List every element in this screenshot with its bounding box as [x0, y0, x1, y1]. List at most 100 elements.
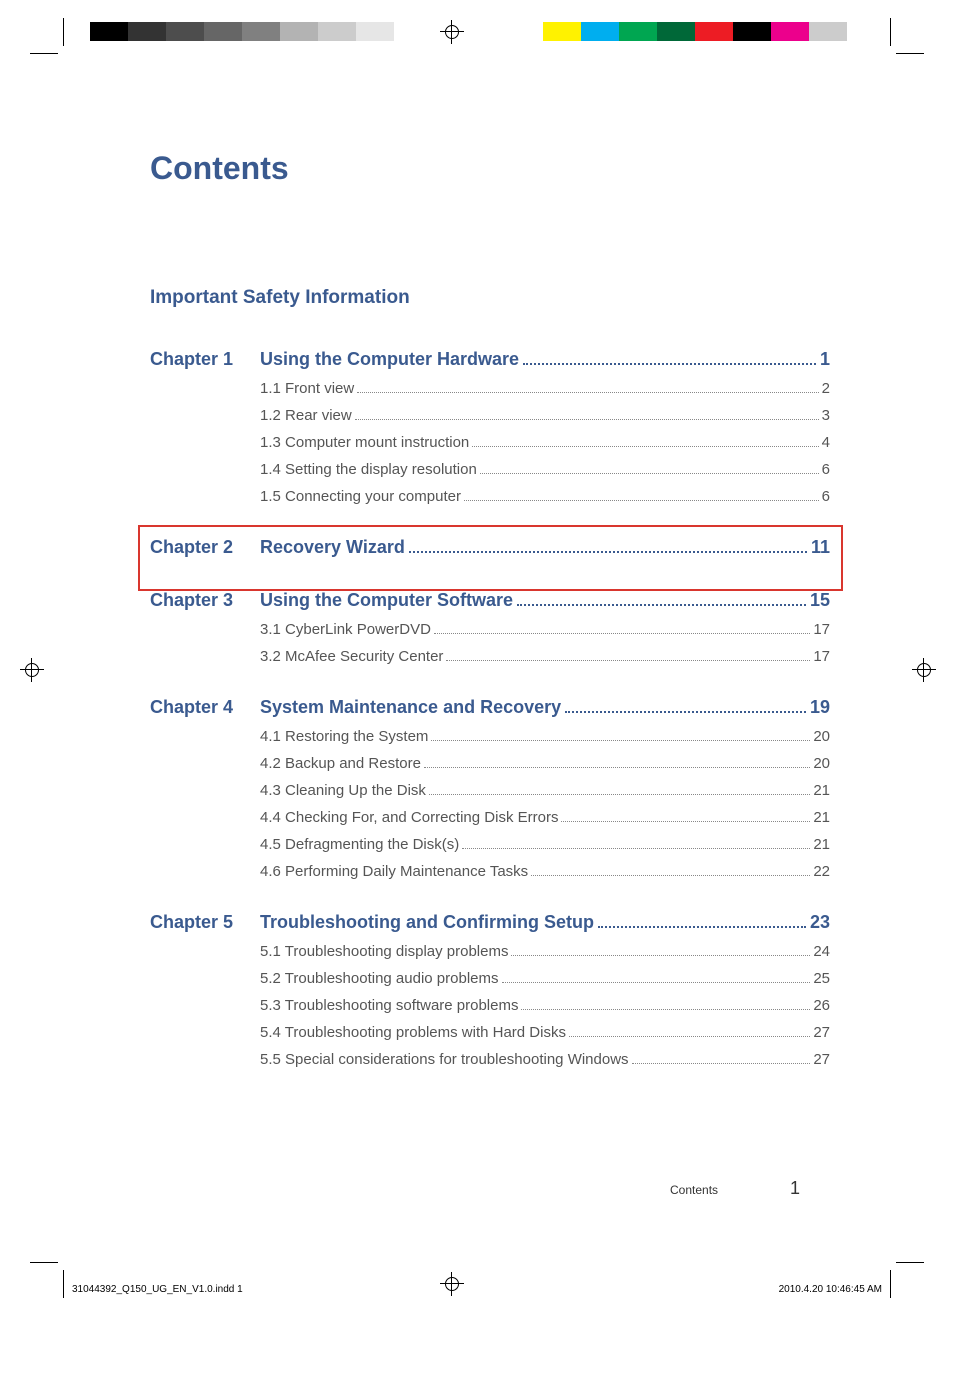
chapter-row: Chapter 1Using the Computer Hardware 1 [150, 349, 830, 370]
sub-text: 4.6 Performing Daily Maintenance Tasks [260, 863, 528, 880]
chapter-page: 15 [810, 590, 830, 611]
sub-page: 3 [822, 407, 830, 424]
sub-page: 21 [813, 809, 830, 826]
chapter-row: Chapter 2Recovery Wizard 11 [150, 537, 830, 558]
sub-row: 5.3 Troubleshooting software problems 26 [260, 997, 830, 1014]
footer-page-number: 1 [790, 1178, 800, 1199]
sub-text: 5.5 Special considerations for troublesh… [260, 1051, 629, 1068]
leader-dots [429, 785, 810, 796]
sub-page: 21 [813, 836, 830, 853]
sub-page: 26 [813, 997, 830, 1014]
sub-text: 3.2 McAfee Security Center [260, 648, 443, 665]
sub-text: 4.5 Defragmenting the Disk(s) [260, 836, 459, 853]
chapter-page: 11 [811, 537, 830, 558]
chapter-page: 1 [820, 349, 830, 370]
chapter-title-line: Using the Computer Software 15 [260, 590, 830, 611]
page-content: Contents Important Safety Information Ch… [150, 150, 830, 1100]
sub-text: 1.5 Connecting your computer [260, 488, 461, 505]
sub-items: 5.1 Troubleshooting display problems245.… [260, 943, 830, 1068]
sub-page: 6 [822, 488, 830, 505]
sub-row: 5.2 Troubleshooting audio problems 25 [260, 970, 830, 987]
sub-text: 4.2 Backup and Restore [260, 755, 421, 772]
sub-text: 1.1 Front view [260, 380, 354, 397]
chapter-title-text: System Maintenance and Recovery [260, 697, 561, 718]
chapter-title-text: Recovery Wizard [260, 537, 405, 558]
chapter: Chapter 1Using the Computer Hardware 11.… [150, 349, 830, 505]
chapter-title-line: Troubleshooting and Confirming Setup 23 [260, 912, 830, 933]
toc-chapters: Chapter 1Using the Computer Hardware 11.… [150, 349, 830, 1068]
sub-page: 17 [813, 621, 830, 638]
sub-text: 1.4 Setting the display resolution [260, 461, 477, 478]
sub-text: 5.2 Troubleshooting audio problems [260, 970, 499, 987]
slug-left: 31044392_Q150_UG_EN_V1.0.indd 1 [72, 1284, 243, 1295]
chapter-title-text: Troubleshooting and Confirming Setup [260, 912, 594, 933]
sub-page: 22 [813, 863, 830, 880]
sub-row: 4.6 Performing Daily Maintenance Tasks 22 [260, 863, 830, 880]
page-title: Contents [150, 150, 830, 187]
sub-page: 25 [813, 970, 830, 987]
chapter-row: Chapter 5Troubleshooting and Confirming … [150, 912, 830, 933]
sub-row: 5.1 Troubleshooting display problems 24 [260, 943, 830, 960]
registration-mark-right [912, 658, 936, 682]
sub-row: 3.2 McAfee Security Center 17 [260, 648, 830, 665]
sub-row: 1.1 Front view2 [260, 380, 830, 397]
chapter-page: 23 [810, 912, 830, 933]
sub-text: 4.3 Cleaning Up the Disk [260, 782, 426, 799]
registration-mark-top [440, 20, 464, 44]
leader-dots [565, 700, 806, 714]
sub-text: 5.3 Troubleshooting software problems [260, 997, 518, 1014]
grayscale-bars [90, 22, 394, 41]
color-bars [543, 22, 847, 41]
footer-label: Contents [670, 1183, 718, 1197]
sub-row: 1.3 Computer mount instruction4 [260, 434, 830, 451]
leader-dots [480, 464, 819, 475]
sub-page: 24 [813, 943, 830, 960]
leader-dots [511, 946, 810, 957]
leader-dots [502, 973, 811, 984]
leader-dots [569, 1027, 810, 1038]
sub-row: 3.1 CyberLink PowerDVD 17 [260, 621, 830, 638]
leader-dots [598, 915, 806, 929]
leader-dots [357, 383, 818, 394]
chapter-label: Chapter 2 [150, 537, 260, 558]
sub-row: 4.3 Cleaning Up the Disk 21 [260, 782, 830, 799]
sub-row: 5.4 Troubleshooting problems with Hard D… [260, 1024, 830, 1041]
sub-text: 1.2 Rear view [260, 407, 352, 424]
sub-page: 21 [813, 782, 830, 799]
leader-dots [521, 1000, 810, 1011]
sub-row: 5.5 Special considerations for troublesh… [260, 1051, 830, 1068]
sub-text: 5.4 Troubleshooting problems with Hard D… [260, 1024, 566, 1041]
chapter-title-line: Recovery Wizard 11 [260, 537, 830, 558]
print-marks-top [0, 0, 954, 60]
sub-text: 3.1 CyberLink PowerDVD [260, 621, 431, 638]
sub-row: 4.2 Backup and Restore20 [260, 755, 830, 772]
intro-heading: Important Safety Information [150, 287, 830, 309]
leader-dots [464, 491, 819, 502]
chapter-title-text: Using the Computer Hardware [260, 349, 519, 370]
leader-dots [431, 731, 810, 742]
sub-text: 4.1 Restoring the System [260, 728, 428, 745]
chapter-row: Chapter 4System Maintenance and Recovery… [150, 697, 830, 718]
sub-row: 4.5 Defragmenting the Disk(s) 21 [260, 836, 830, 853]
sub-text: 4.4 Checking For, and Correcting Disk Er… [260, 809, 558, 826]
sub-items: 4.1 Restoring the System 20 4.2 Backup and… [260, 728, 830, 880]
leader-dots [561, 812, 810, 823]
sub-row: 1.2 Rear view 3 [260, 407, 830, 424]
chapter: Chapter 3Using the Computer Software 153… [150, 590, 830, 665]
sub-text: 5.1 Troubleshooting display problems [260, 943, 508, 960]
chapter-title-line: System Maintenance and Recovery 19 [260, 697, 830, 718]
chapter-label: Chapter 4 [150, 697, 260, 718]
leader-dots [424, 758, 810, 769]
chapter-title-text: Using the Computer Software [260, 590, 513, 611]
chapter-label: Chapter 5 [150, 912, 260, 933]
sub-page: 17 [813, 648, 830, 665]
leader-dots [355, 410, 819, 421]
leader-dots [434, 624, 810, 635]
chapter: Chapter 2Recovery Wizard 11 [150, 537, 830, 558]
leader-dots [462, 839, 810, 850]
leader-dots [409, 540, 807, 554]
chapter: Chapter 5Troubleshooting and Confirming … [150, 912, 830, 1068]
sub-page: 20 [813, 728, 830, 745]
sub-page: 6 [822, 461, 830, 478]
leader-dots [446, 651, 810, 662]
